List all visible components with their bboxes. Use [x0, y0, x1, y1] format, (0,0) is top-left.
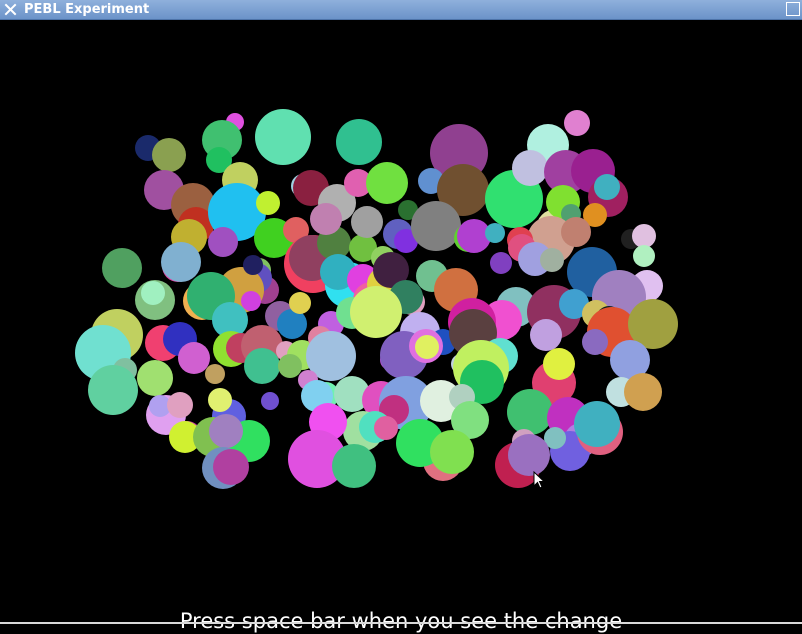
stimulus-circle — [594, 174, 620, 200]
stimulus-circle — [137, 360, 173, 396]
stimulus-circle — [430, 430, 474, 474]
stimulus-circle — [209, 414, 243, 448]
mouse-pointer-icon — [533, 471, 545, 489]
stimulus-circle — [543, 348, 575, 380]
stimulus-circle — [310, 203, 342, 235]
stimulus-circle — [213, 449, 249, 485]
instruction-text: Press space bar when you see the change — [179, 609, 623, 633]
stimulus-circle — [336, 119, 382, 165]
stimulus-circle — [564, 110, 590, 136]
maximize-button[interactable] — [786, 2, 800, 16]
window-titlebar[interactable]: PEBL Experiment — [0, 0, 802, 20]
stimulus-circle — [512, 150, 548, 186]
stimulus-circle — [411, 201, 461, 251]
stimulus-circle — [243, 255, 263, 275]
stimulus-circle — [490, 252, 512, 274]
stimulus-circle — [161, 242, 201, 282]
window-bottom-border — [0, 622, 802, 624]
stimulus-circle — [208, 227, 238, 257]
stimulus-circle — [255, 109, 311, 165]
stimulus-circle — [244, 348, 280, 384]
stimulus-circle — [540, 248, 564, 272]
circle-array-canvas — [75, 109, 678, 489]
stimulus-circle — [241, 291, 261, 311]
stimulus-circle — [350, 286, 402, 338]
stimulus-circle — [332, 444, 376, 488]
stimulus-circle — [507, 389, 553, 435]
stimulus-circle — [633, 245, 655, 267]
stimulus-circle — [278, 354, 302, 378]
stimulus-circle — [561, 217, 591, 247]
stimulus-circle — [141, 281, 165, 305]
stimulus-circle — [366, 162, 408, 204]
stimulus-circle — [632, 224, 656, 248]
stimulus-circle — [289, 292, 311, 314]
stimulus-circle — [351, 206, 383, 238]
stimulus-circle — [582, 329, 608, 355]
stimulus-circle — [88, 365, 138, 415]
window-title: PEBL Experiment — [24, 2, 150, 17]
stimulus-circle — [574, 401, 620, 447]
stimulus-circle — [508, 434, 550, 476]
stimulus-circle — [167, 392, 193, 418]
stimulus-circle — [624, 373, 662, 411]
stimulus-circle — [208, 388, 232, 412]
experiment-stage: Press space bar when you see the change — [0, 20, 802, 633]
stimulus-circle — [152, 138, 186, 172]
close-icon[interactable] — [3, 2, 18, 17]
stimulus-circle — [256, 191, 280, 215]
stimulus-circle — [205, 364, 225, 384]
stimulus-circle — [374, 416, 398, 440]
stimulus-circle — [415, 335, 439, 359]
stimulus-circle — [102, 248, 142, 288]
stimulus-circle — [261, 392, 279, 410]
stimulus-circle — [178, 342, 210, 374]
stimulus-circle — [530, 319, 562, 351]
stimulus-circle — [485, 223, 505, 243]
